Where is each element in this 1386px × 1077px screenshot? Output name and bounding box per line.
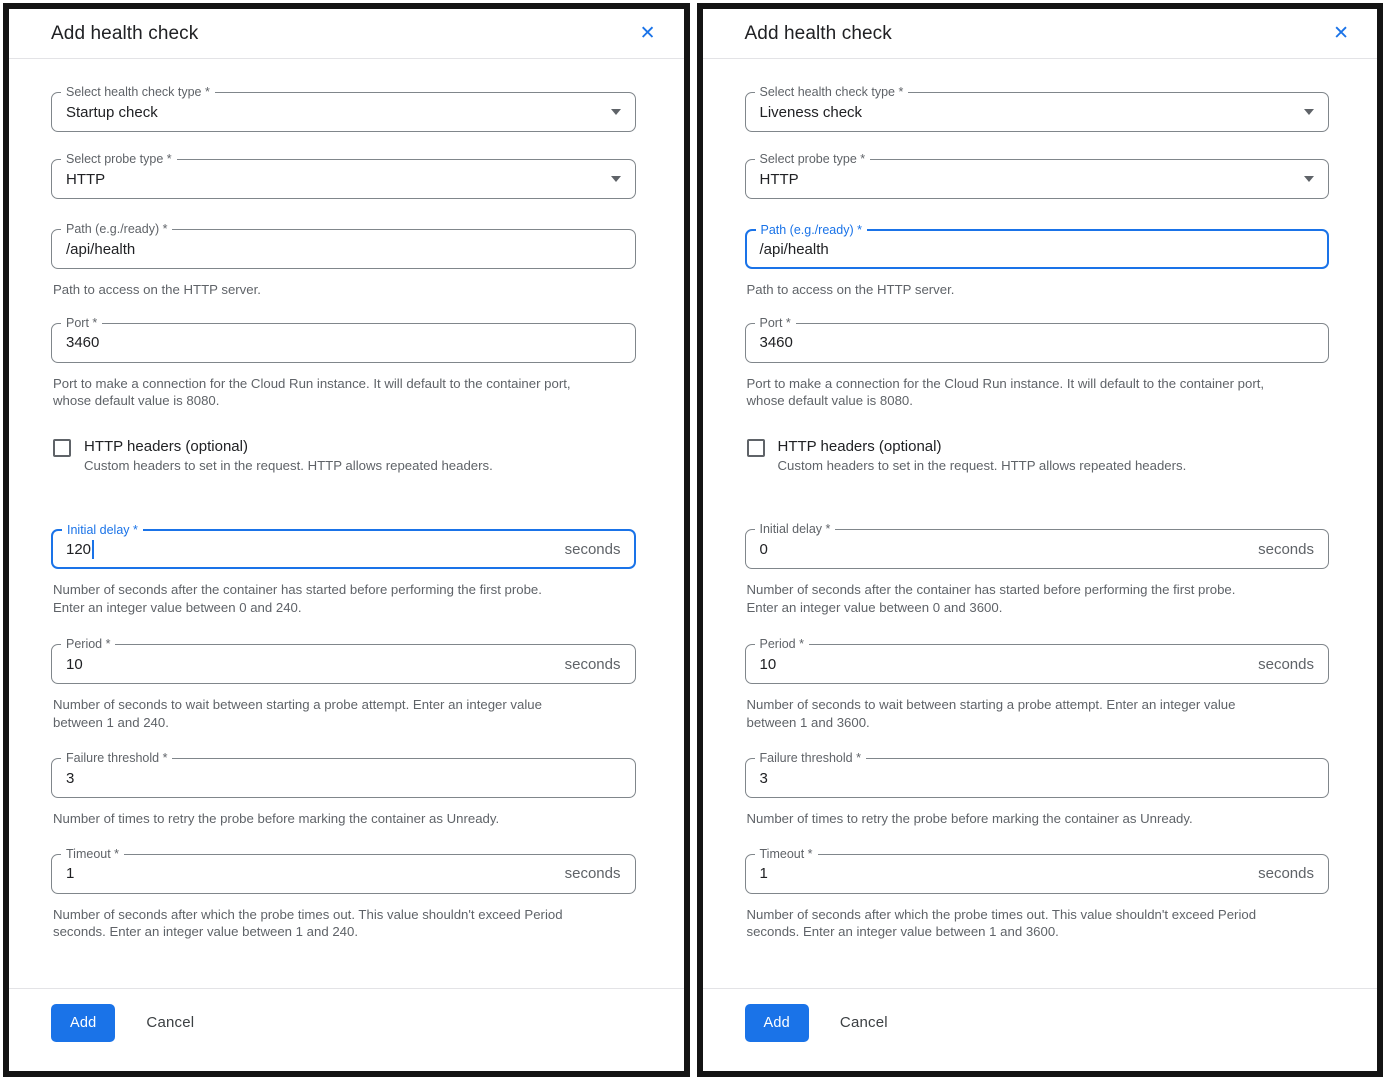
- health-check-type-label: Select health check type *: [61, 84, 215, 101]
- http-headers-checkbox[interactable]: [747, 439, 765, 457]
- dialog-title: Add health check: [51, 23, 198, 45]
- health-check-type-value: Startup check: [66, 104, 158, 121]
- timeout-helper-text: Number of seconds after which the probe …: [747, 906, 1330, 941]
- failure-threshold-field[interactable]: Failure threshold * 3 Number of times to…: [51, 758, 636, 828]
- health-check-type-select[interactable]: Select health check type * Startup check: [51, 92, 636, 132]
- port-label: Port *: [755, 315, 796, 332]
- port-helper-text: Port to make a connection for the Cloud …: [53, 375, 636, 410]
- path-value: /api/health: [66, 241, 135, 258]
- timeout-value: 1: [760, 865, 768, 882]
- failure-threshold-value: 3: [760, 770, 768, 787]
- period-field[interactable]: Period * 10 seconds Number of seconds to…: [745, 644, 1330, 731]
- period-field[interactable]: Period * 10 seconds Number of seconds to…: [51, 644, 636, 731]
- port-helper-text: Port to make a connection for the Cloud …: [747, 375, 1330, 410]
- initial-delay-unit: seconds: [565, 541, 621, 558]
- port-field[interactable]: Port * 3460 Port to make a connection fo…: [51, 323, 636, 410]
- http-headers-checkbox[interactable]: [53, 439, 71, 457]
- failure-threshold-label: Failure threshold *: [755, 750, 866, 767]
- probe-type-select[interactable]: Select probe type * HTTP: [51, 159, 636, 199]
- timeout-unit: seconds: [1258, 865, 1314, 882]
- timeout-field[interactable]: Timeout * 1 seconds Number of seconds af…: [745, 854, 1330, 941]
- close-icon[interactable]: ✕: [1333, 24, 1349, 43]
- chevron-down-icon[interactable]: [1304, 176, 1314, 182]
- initial-delay-label: Initial delay *: [62, 522, 143, 539]
- dialog-title: Add health check: [745, 23, 892, 45]
- probe-type-select[interactable]: Select probe type * HTTP: [745, 159, 1330, 199]
- failure-threshold-helper-text: Number of times to retry the probe befor…: [53, 810, 636, 828]
- failure-threshold-helper-text: Number of times to retry the probe befor…: [747, 810, 1330, 828]
- timeout-value: 1: [66, 865, 74, 882]
- dialog-body: Select health check type * Liveness chec…: [703, 59, 1378, 941]
- health-check-type-select[interactable]: Select health check type * Liveness chec…: [745, 92, 1330, 132]
- dialog-body: Select health check type * Startup check…: [9, 59, 684, 941]
- http-headers-option: HTTP headers (optional) Custom headers t…: [745, 438, 1330, 475]
- initial-delay-helper-text: Number of seconds after the container ha…: [747, 581, 1330, 616]
- chevron-down-icon[interactable]: [611, 176, 621, 182]
- initial-delay-field[interactable]: Initial delay * 120 seconds Number of se…: [51, 529, 636, 616]
- period-helper-text: Number of seconds to wait between starti…: [747, 696, 1330, 731]
- dialog-footer: Add Cancel: [9, 988, 684, 1077]
- http-headers-label: HTTP headers (optional): [84, 438, 493, 455]
- failure-threshold-value: 3: [66, 770, 74, 787]
- dialog-add-health-check-liveness: Add health check ✕ Select health check t…: [697, 3, 1384, 1077]
- period-label: Period *: [755, 636, 809, 653]
- port-value: 3460: [760, 334, 793, 351]
- timeout-helper-text: Number of seconds after which the probe …: [53, 906, 636, 941]
- timeout-unit: seconds: [565, 865, 621, 882]
- http-headers-option: HTTP headers (optional) Custom headers t…: [51, 438, 636, 475]
- dialog-add-health-check-startup: Add health check ✕ Select health check t…: [3, 3, 690, 1077]
- failure-threshold-label: Failure threshold *: [61, 750, 172, 767]
- health-check-type-label: Select health check type *: [755, 84, 909, 101]
- http-headers-helper-text: Custom headers to set in the request. HT…: [84, 457, 493, 475]
- path-value: /api/health: [760, 241, 829, 258]
- timeout-field[interactable]: Timeout * 1 seconds Number of seconds af…: [51, 854, 636, 941]
- timeout-label: Timeout *: [61, 846, 124, 863]
- health-check-type-value: Liveness check: [760, 104, 863, 121]
- probe-type-value: HTTP: [66, 171, 105, 188]
- port-field[interactable]: Port * 3460 Port to make a connection fo…: [745, 323, 1330, 410]
- close-icon[interactable]: ✕: [640, 24, 656, 43]
- initial-delay-value: 120: [66, 541, 91, 558]
- dialog-header: Add health check ✕: [9, 9, 684, 59]
- text-cursor: [92, 540, 94, 559]
- add-button[interactable]: Add: [51, 1004, 115, 1042]
- dialog-footer: Add Cancel: [703, 988, 1378, 1077]
- add-button[interactable]: Add: [745, 1004, 809, 1042]
- cancel-button[interactable]: Cancel: [840, 1014, 888, 1031]
- http-headers-label: HTTP headers (optional): [778, 438, 1187, 455]
- chevron-down-icon[interactable]: [1304, 109, 1314, 115]
- path-helper-text: Path to access on the HTTP server.: [747, 281, 1330, 299]
- initial-delay-value: 0: [760, 541, 768, 558]
- period-unit: seconds: [1258, 656, 1314, 673]
- period-value: 10: [760, 656, 777, 673]
- probe-type-label: Select probe type *: [755, 151, 871, 168]
- port-value: 3460: [66, 334, 99, 351]
- period-value: 10: [66, 656, 83, 673]
- period-helper-text: Number of seconds to wait between starti…: [53, 696, 636, 731]
- path-field[interactable]: Path (e.g./ready) * /api/health Path to …: [51, 229, 636, 299]
- path-label: Path (e.g./ready) *: [756, 222, 867, 239]
- initial-delay-field[interactable]: Initial delay * 0 seconds Number of seco…: [745, 529, 1330, 616]
- timeout-label: Timeout *: [755, 846, 818, 863]
- path-helper-text: Path to access on the HTTP server.: [53, 281, 636, 299]
- probe-type-label: Select probe type *: [61, 151, 177, 168]
- period-unit: seconds: [565, 656, 621, 673]
- http-headers-helper-text: Custom headers to set in the request. HT…: [778, 457, 1187, 475]
- probe-type-value: HTTP: [760, 171, 799, 188]
- failure-threshold-field[interactable]: Failure threshold * 3 Number of times to…: [745, 758, 1330, 828]
- chevron-down-icon[interactable]: [611, 109, 621, 115]
- period-label: Period *: [61, 636, 115, 653]
- cancel-button[interactable]: Cancel: [146, 1014, 194, 1031]
- dialog-header: Add health check ✕: [703, 9, 1378, 59]
- initial-delay-unit: seconds: [1258, 541, 1314, 558]
- port-label: Port *: [61, 315, 102, 332]
- path-field[interactable]: Path (e.g./ready) * /api/health Path to …: [745, 229, 1330, 299]
- initial-delay-label: Initial delay *: [755, 521, 836, 538]
- initial-delay-helper-text: Number of seconds after the container ha…: [53, 581, 636, 616]
- path-label: Path (e.g./ready) *: [61, 221, 172, 238]
